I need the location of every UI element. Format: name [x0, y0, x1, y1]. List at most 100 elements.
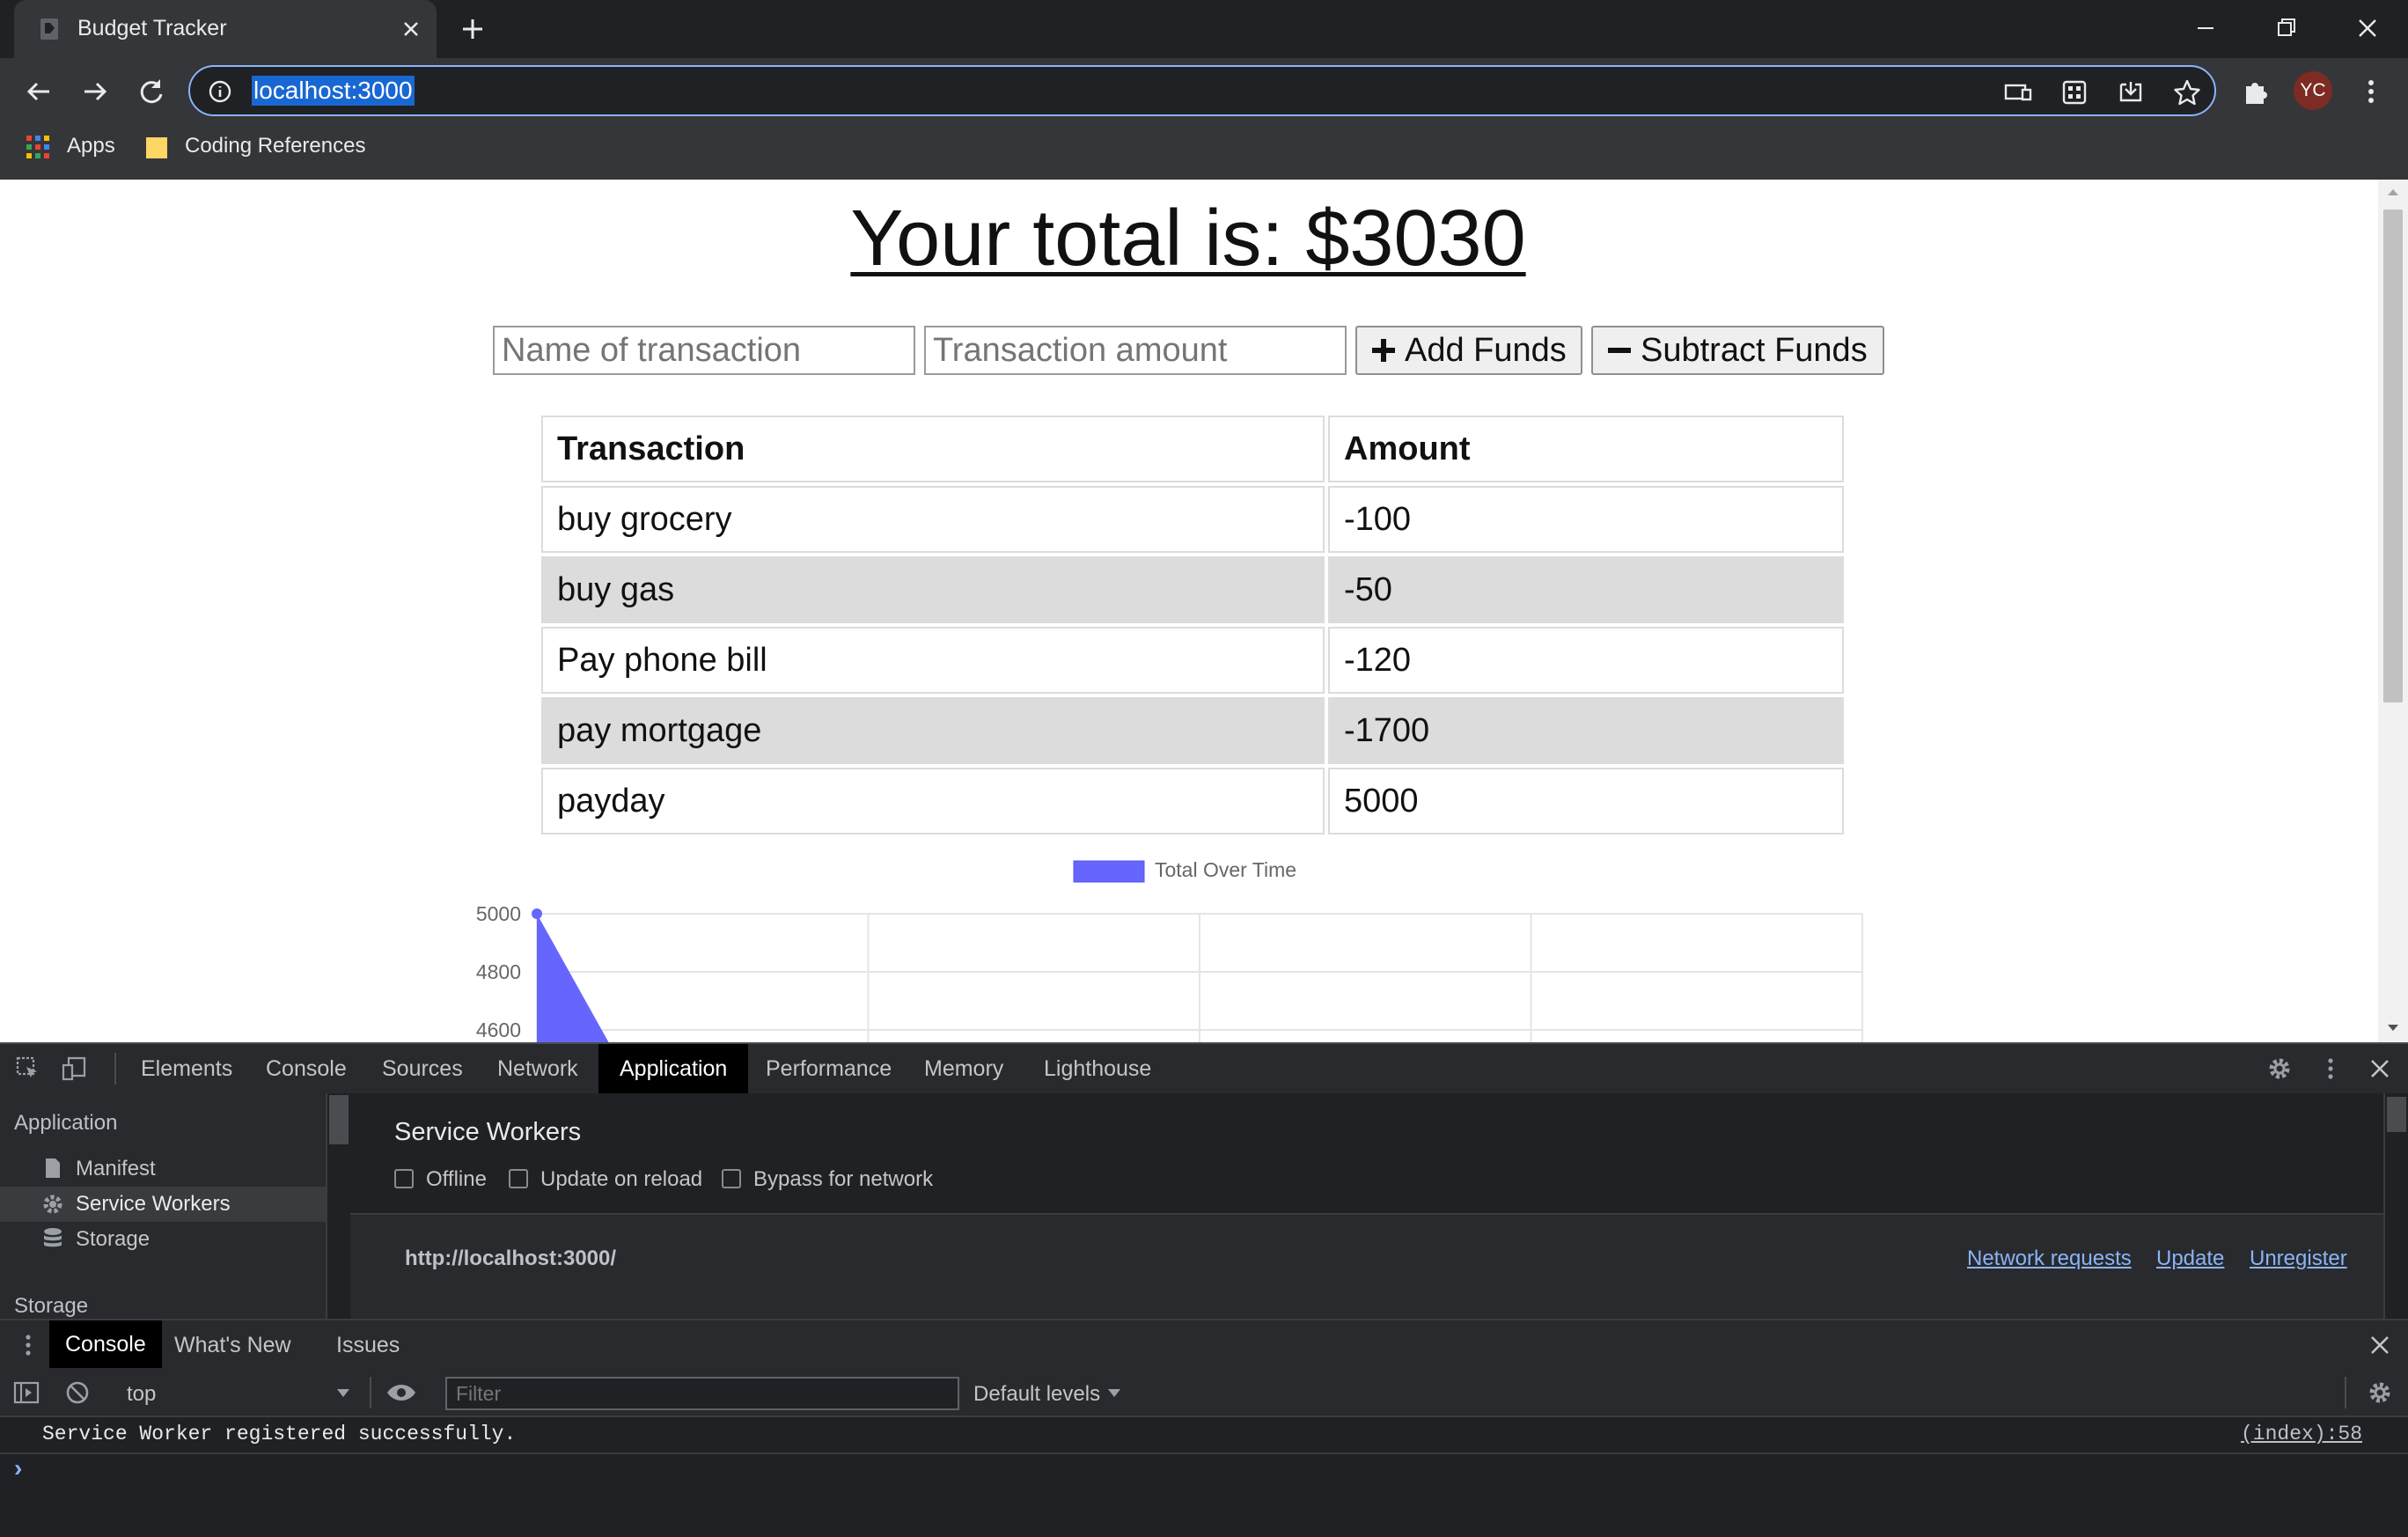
url-text[interactable]: localhost:3000	[252, 76, 415, 106]
sidebar-item-storage[interactable]: Storage	[76, 1227, 150, 1252]
offline-label: Offline	[426, 1167, 487, 1191]
header-amount: Amount	[1328, 416, 1844, 482]
tab-lighthouse[interactable]: Lighthouse	[1044, 1056, 1151, 1082]
update-on-reload-label: Update on reload	[540, 1167, 703, 1191]
bookmark-coding-references[interactable]: Coding References	[185, 134, 365, 158]
unregister-link[interactable]: Unregister	[2250, 1247, 2347, 1271]
y-tick-label: 4800	[476, 960, 521, 983]
sidebar-section-application: Application	[14, 1111, 118, 1135]
favicon-icon	[37, 16, 63, 42]
tab-sources[interactable]: Sources	[382, 1056, 463, 1082]
sidebar-item-manifest[interactable]: Manifest	[76, 1157, 156, 1181]
drawer-tab-issues[interactable]: Issues	[336, 1333, 400, 1358]
profile-avatar[interactable]: YC	[2294, 71, 2332, 110]
pane-scroll-thumb[interactable]	[2387, 1097, 2406, 1132]
inspect-element-icon[interactable]	[14, 1055, 42, 1083]
console-message: Service Worker registered successfully. …	[0, 1417, 2408, 1454]
extensions-icon[interactable]	[2239, 74, 2274, 109]
y-tick-label: 5000	[476, 902, 521, 925]
drawer-tab-whats-new[interactable]: What's New	[174, 1333, 291, 1358]
site-info-icon[interactable]	[208, 79, 232, 104]
service-workers-title: Service Workers	[394, 1118, 582, 1146]
update-link[interactable]: Update	[2156, 1247, 2224, 1271]
drawer-tab-console[interactable]: Console	[49, 1320, 162, 1368]
context-selector[interactable]: top	[109, 1375, 364, 1410]
header-transaction: Transaction	[541, 416, 1325, 482]
context-value: top	[127, 1382, 157, 1406]
forward-icon[interactable]	[77, 74, 113, 109]
new-tab-icon[interactable]	[458, 14, 488, 44]
bypass-for-network-checkbox[interactable]	[722, 1169, 741, 1188]
minimize-icon[interactable]	[2190, 12, 2221, 44]
settings-gear-icon[interactable]	[2265, 1055, 2294, 1083]
transactions-table: Transaction Amount buy grocery -100 buy …	[538, 412, 1847, 838]
close-devtools-icon[interactable]	[2366, 1055, 2394, 1083]
scrollbar-thumb[interactable]	[2383, 210, 2403, 702]
reload-icon[interactable]	[134, 74, 169, 109]
menu-kebab-icon[interactable]	[2353, 74, 2389, 109]
tab-network[interactable]: Network	[497, 1056, 578, 1082]
subtract-funds-button[interactable]: Subtract Funds	[1591, 326, 1884, 375]
bookmark-apps[interactable]: Apps	[67, 134, 115, 158]
legend-swatch	[1073, 860, 1145, 883]
transaction-cell: pay mortgage	[541, 697, 1325, 764]
page-viewport: Your total is: $3030 Add Funds Subtract …	[0, 180, 2408, 1042]
console-settings-gear-icon[interactable]	[2366, 1379, 2394, 1407]
total-heading: Your total is: $3030	[850, 195, 1526, 283]
transaction-name-input[interactable]	[493, 326, 915, 375]
device-toolbar-icon[interactable]	[60, 1055, 88, 1083]
bookmark-star-icon[interactable]	[2172, 77, 2202, 107]
install-app-icon[interactable]	[2116, 77, 2146, 107]
transaction-amount-input[interactable]	[924, 326, 1347, 375]
dropdown-arrow-icon	[1108, 1389, 1120, 1397]
tab-performance[interactable]: Performance	[766, 1056, 892, 1082]
tab-elements[interactable]: Elements	[141, 1056, 232, 1082]
console-message-source-link[interactable]: (index):58	[2241, 1423, 2362, 1445]
table-header-row: Transaction Amount	[541, 416, 1844, 482]
back-icon[interactable]	[21, 74, 56, 109]
close-window-icon[interactable]	[2352, 12, 2383, 44]
table-row: buy gas -50	[541, 556, 1844, 623]
subtract-funds-label: Subtract Funds	[1641, 331, 1868, 369]
cast-icon[interactable]	[2003, 77, 2033, 107]
drawer-menu-icon[interactable]	[18, 1331, 39, 1359]
close-drawer-icon[interactable]	[2366, 1331, 2394, 1359]
offline-checkbox[interactable]	[394, 1169, 414, 1188]
tab-application[interactable]: Application	[598, 1044, 749, 1093]
log-levels-dropdown[interactable]: Default levels	[973, 1375, 1132, 1410]
transaction-cell: buy grocery	[541, 486, 1325, 553]
folder-icon[interactable]	[144, 134, 169, 160]
live-expression-eye-icon[interactable]	[384, 1379, 419, 1407]
browser-chrome: Budget Tracker localhost:3000 YC Apps Co…	[0, 0, 2408, 180]
sidebar-scroll-thumb[interactable]	[329, 1095, 349, 1144]
tab-console[interactable]: Console	[266, 1056, 347, 1082]
plus-icon	[1372, 339, 1395, 362]
update-on-reload-checkbox[interactable]	[509, 1169, 528, 1188]
address-bar[interactable]: localhost:3000	[188, 65, 2216, 116]
page-scrollbar[interactable]	[2378, 180, 2408, 1042]
network-requests-link[interactable]: Network requests	[1967, 1247, 2132, 1271]
sidebar-item-service-workers[interactable]: Service Workers	[76, 1192, 231, 1217]
pane-scrollbar[interactable]	[2383, 1093, 2408, 1319]
qr-code-icon[interactable]	[2059, 77, 2089, 107]
series-area	[537, 914, 609, 1042]
restore-icon[interactable]	[2271, 12, 2302, 44]
add-funds-label: Add Funds	[1405, 331, 1567, 369]
close-tab-icon[interactable]	[398, 16, 424, 42]
add-funds-button[interactable]: Add Funds	[1355, 326, 1582, 375]
browser-tab[interactable]: Budget Tracker	[14, 0, 437, 58]
tab-title: Budget Tracker	[77, 16, 227, 40]
manifest-file-icon	[44, 1157, 62, 1180]
show-sidebar-icon[interactable]	[12, 1379, 40, 1407]
scroll-up-icon[interactable]	[2386, 187, 2400, 197]
sidebar-splitter[interactable]	[326, 1093, 352, 1319]
scroll-down-icon[interactable]	[2386, 1023, 2400, 1033]
apps-grid-icon[interactable]	[25, 134, 51, 160]
worker-origin: http://localhost:3000/	[405, 1247, 617, 1270]
console-prompt[interactable]: ›	[14, 1454, 22, 1482]
service-workers-pane: Service Workers Offline Update on reload…	[350, 1093, 2383, 1320]
devtools-menu-icon[interactable]	[2316, 1055, 2345, 1083]
clear-console-icon[interactable]	[63, 1379, 92, 1407]
console-filter-input[interactable]	[445, 1377, 959, 1410]
tab-memory[interactable]: Memory	[924, 1056, 1003, 1082]
